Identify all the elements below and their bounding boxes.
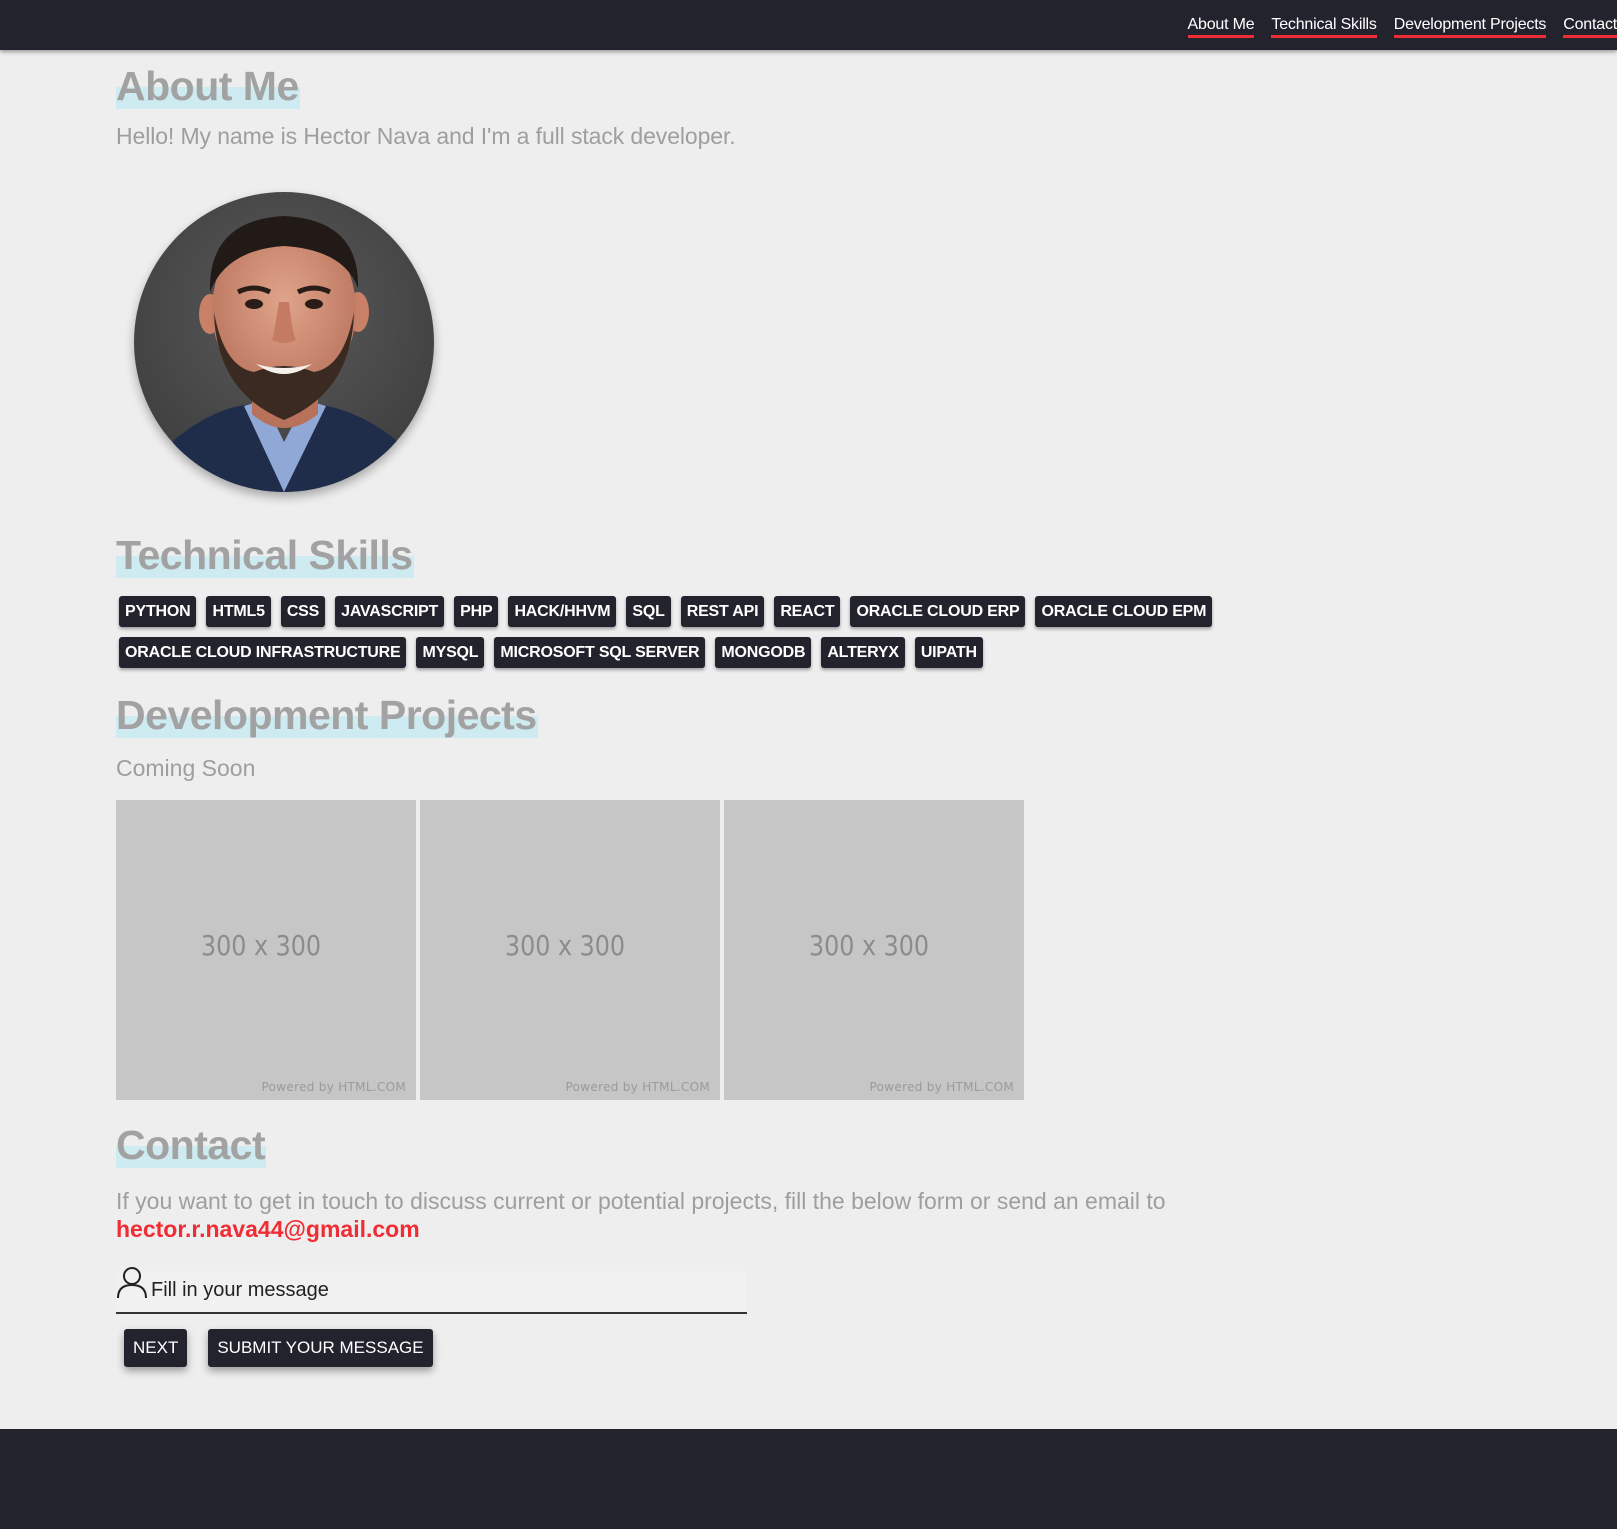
placeholder-size-label: 300 x 300: [808, 929, 930, 962]
project-placeholder-image: 300 x 300 Powered by HTML.COM: [724, 800, 1024, 1100]
form-buttons: NEXT SUBMIT YOUR MESSAGE: [116, 1329, 1316, 1367]
main-content: About Me Hello! My name is Hector Nava a…: [116, 50, 1316, 1367]
about-title: About Me: [116, 63, 300, 109]
skill-chip: JAVASCRIPT: [335, 596, 445, 627]
skill-chip: ORACLE CLOUD ERP: [850, 596, 1026, 627]
message-input[interactable]: [151, 1277, 731, 1303]
skill-chip: HTML5: [206, 596, 271, 627]
main-nav: About Me Technical Skills Development Pr…: [1187, 16, 1617, 38]
skill-chip: REACT: [774, 596, 841, 627]
placeholder-credit: Powered by HTML.COM: [261, 1080, 406, 1094]
skill-chip: ALTERYX: [821, 637, 905, 668]
skill-chip: SQL: [626, 596, 671, 627]
skill-chip: ORACLE CLOUD EPM: [1035, 596, 1213, 627]
skill-chip: ORACLE CLOUD INFRASTRUCTURE: [119, 637, 407, 668]
skill-chip: MICROSOFT SQL SERVER: [494, 637, 706, 668]
user-outline-icon: [116, 1265, 148, 1304]
skill-chip: PYTHON: [119, 596, 197, 627]
top-navbar: About Me Technical Skills Development Pr…: [0, 0, 1617, 50]
project-placeholder-image: 300 x 300 Powered by HTML.COM: [420, 800, 720, 1100]
contact-text: If you want to get in touch to discuss c…: [116, 1187, 1266, 1243]
contact-title: Contact: [116, 1122, 267, 1168]
placeholder-size-label: 300 x 300: [200, 929, 322, 962]
message-field: [116, 1267, 747, 1314]
project-placeholders: 300 x 300 Powered by HTML.COM 300 x 300 …: [116, 800, 1316, 1100]
projects-status-text: Coming Soon: [116, 755, 256, 781]
placeholder-size-label: 300 x 300: [504, 929, 626, 962]
about-text: Hello! My name is Hector Nava and I'm a …: [116, 123, 736, 149]
placeholder-credit: Powered by HTML.COM: [565, 1080, 710, 1094]
skill-chip: REST API: [680, 596, 765, 627]
placeholder-credit: Powered by HTML.COM: [869, 1080, 1014, 1094]
profile-photo: [134, 192, 434, 492]
projects-title: Development Projects: [116, 692, 538, 738]
nav-link-contact[interactable]: Contact: [1563, 16, 1617, 38]
skill-chip: HACK/HHVM: [508, 596, 617, 627]
skill-chip: MYSQL: [416, 637, 485, 668]
nav-link-development-projects[interactable]: Development Projects: [1393, 16, 1546, 38]
contact-description: If you want to get in touch to discuss c…: [116, 1188, 1166, 1214]
profile-photo-illustration: [134, 192, 434, 492]
about-section: About Me Hello! My name is Hector Nava a…: [116, 50, 1316, 492]
skill-chip: CSS: [280, 596, 326, 627]
skills-section: Technical Skills PYTHON HTML5 CSS JAVASC…: [116, 492, 1316, 668]
nav-link-about-me[interactable]: About Me: [1187, 16, 1255, 38]
submit-message-button[interactable]: SUBMIT YOUR MESSAGE: [208, 1329, 433, 1367]
projects-section: Development Projects Coming Soon 300 x 3…: [116, 668, 1316, 1100]
contact-section: Contact If you want to get in touch to d…: [116, 1100, 1316, 1367]
page-footer: [0, 1429, 1617, 1529]
skill-chip: MONGODB: [715, 637, 812, 668]
skill-chip: UIPATH: [914, 637, 983, 668]
skill-chip: PHP: [454, 596, 499, 627]
contact-email-link[interactable]: hector.r.nava44@gmail.com: [116, 1216, 420, 1242]
skills-title: Technical Skills: [116, 532, 414, 578]
skills-list: PYTHON HTML5 CSS JAVASCRIPT PHP HACK/HHV…: [116, 596, 1239, 668]
nav-link-technical-skills[interactable]: Technical Skills: [1271, 16, 1377, 38]
next-button[interactable]: NEXT: [124, 1329, 188, 1367]
project-placeholder-image: 300 x 300 Powered by HTML.COM: [116, 800, 416, 1100]
